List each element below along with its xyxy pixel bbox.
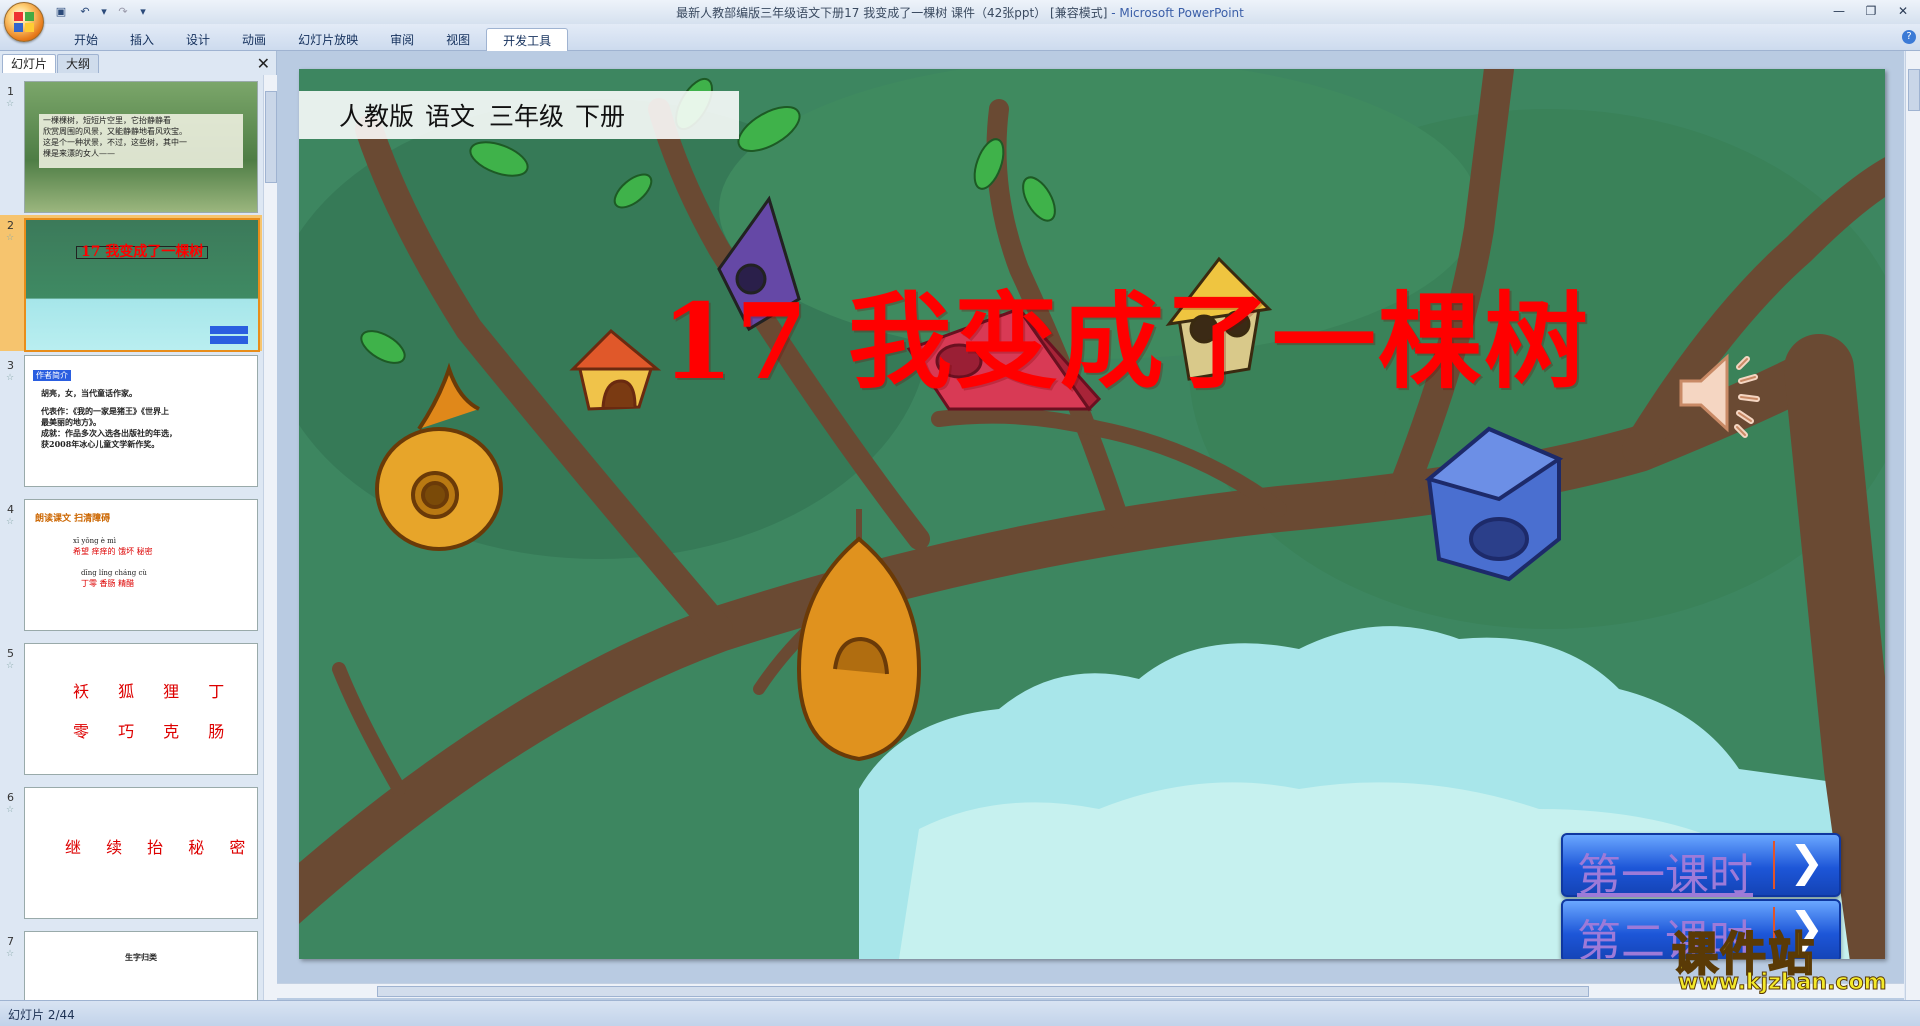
slide-thumbnail[interactable]: 1 ☆ 一棵棵树，短短片空里，它抬静静看 欣赏周围的风景，又能静静地看风欢宝。 … — [0, 81, 262, 217]
watermark-url: www.kjzhan.com — [1678, 970, 1888, 996]
slide-title[interactable]: 17 我变成了一棵树 — [661, 257, 1590, 408]
tag-grade: 三年级 — [489, 102, 565, 131]
thumb-line: 零 巧 克 肠 — [73, 722, 237, 741]
slide-number: 1 — [7, 85, 14, 98]
slide-thumbnail-list: 1 ☆ 一棵棵树，短短片空里，它抬静静看 欣赏周围的风景，又能静静地看风欢宝。 … — [0, 75, 262, 1000]
tab-home[interactable]: 开始 — [58, 28, 114, 52]
window-controls: — ❐ ✕ — [1828, 2, 1914, 20]
slide-editor: 人教版 语文 三年级 下册 17 我变成了一棵树 第一课时 ❯ 第二课时 ❯ — [277, 51, 1904, 1000]
textbook-tag-bar: 人教版 语文 三年级 下册 — [299, 91, 739, 139]
thumbnail-preview: 一棵棵树，短短片空里，它抬静静看 欣赏周围的风景，又能静静地看风欢宝。 这是个一… — [24, 81, 258, 213]
button-divider — [1773, 841, 1775, 889]
slide-canvas[interactable]: 人教版 语文 三年级 下册 17 我变成了一棵树 第一课时 ❯ 第二课时 ❯ — [299, 69, 1885, 959]
slide-thumbnail[interactable]: 6 ☆ 继 续 抬 秘 密 — [0, 787, 262, 923]
thumb-line: 欣赏周围的风景，又能静静地看风欢宝。 — [43, 127, 187, 136]
slide-number: 5 — [7, 647, 14, 660]
close-icon[interactable]: ✕ — [1892, 2, 1914, 20]
slide-number: 7 — [7, 935, 14, 948]
window-title: 最新人教部编版三年级语文下册17 我变成了一棵树 课件（42张ppt） [兼容模… — [0, 4, 1920, 21]
thumb-line: 这是个一种状景，不过，这些树，其中一 — [43, 138, 187, 147]
thumb-line: 继 续 抬 秘 密 — [65, 838, 256, 857]
tab-review[interactable]: 审阅 — [374, 28, 430, 52]
thumb-line: 丁零 香肠 精醋 — [81, 579, 135, 588]
animation-star-icon: ☆ — [6, 949, 15, 959]
thumb-line: 朗读课文 扫清障碍 — [35, 514, 111, 524]
tab-animations[interactable]: 动画 — [226, 28, 282, 52]
animation-star-icon: ☆ — [6, 661, 15, 671]
vertical-scroll-thumb[interactable] — [1908, 69, 1920, 111]
vertical-scrollbar[interactable] — [1905, 51, 1920, 1000]
thumb-button — [210, 336, 248, 344]
tab-view[interactable]: 视图 — [430, 28, 486, 52]
status-bar: 幻灯片 2/44 — [0, 1000, 1920, 1026]
tag-edition: 人教版 — [339, 102, 415, 131]
restore-icon[interactable]: ❐ — [1860, 2, 1882, 20]
animation-star-icon: ☆ — [6, 373, 15, 383]
office-button[interactable] — [4, 2, 44, 42]
slide-thumbnail[interactable]: 4 ☆ 朗读课文 扫清障碍 xī yǒng è mì 希望 痒痒的 饿坏 秘密 … — [0, 499, 262, 635]
thumb-line: 获2008年冰心儿童文学新作奖。 — [41, 439, 160, 449]
slide-number: 2 — [7, 219, 14, 232]
panel-scrollbar[interactable] — [263, 75, 277, 1000]
minimize-icon[interactable]: — — [1828, 2, 1850, 20]
chevron-right-icon: ❯ — [1789, 837, 1825, 886]
slide-thumbnail[interactable]: 7 ☆ 生字归类 — [0, 931, 262, 1000]
thumbnail-preview: 朗读课文 扫清障碍 xī yǒng è mì 希望 痒痒的 饿坏 秘密 dīng… — [24, 499, 258, 631]
horizontal-scrollbar[interactable] — [277, 983, 1904, 998]
thumbnail-preview: 继 续 抬 秘 密 — [24, 787, 258, 919]
thumb-line: 袄 狐 狸 丁 — [73, 682, 237, 701]
ribbon: 开始 插入 设计 动画 幻灯片放映 审阅 视图 开发工具 ? — [0, 24, 1920, 52]
tag-volume: 下册 — [575, 102, 626, 131]
slide-thumbnail[interactable]: 5 ☆ 袄 狐 狸 丁 零 巧 克 肠 — [0, 643, 262, 779]
tab-slideshow[interactable]: 幻灯片放映 — [282, 28, 374, 52]
animation-star-icon: ☆ — [6, 233, 15, 243]
thumbnail-preview: 作者简介 胡亮，女，当代童话作家。 代表作：《我的一家是猪王》《世界上 最美丽的… — [24, 355, 258, 487]
thumb-line: 希望 痒痒的 饿坏 秘密 — [73, 547, 153, 556]
slide-thumbnail-selected[interactable]: 2 ☆ 17 我变成了一棵树 — [0, 215, 262, 352]
thumb-line: 代表作：《我的一家是猪王》《世界上 — [41, 406, 169, 416]
tab-insert[interactable]: 插入 — [114, 28, 170, 52]
tree-illustration — [299, 69, 1885, 959]
slides-panel: 幻灯片 大纲 ✕ 1 ☆ 一棵棵树，短短片空里，它抬静静看 欣赏周围的风景，又能… — [0, 51, 277, 1000]
animation-star-icon: ☆ — [6, 99, 15, 109]
title-bar: ▣ ↶ ▾ ↷ ▾ 最新人教部编版三年级语文下册17 我变成了一棵树 课件（42… — [0, 0, 1920, 42]
horizontal-scroll-thumb[interactable] — [377, 986, 1589, 997]
thumbnail-preview: 生字归类 — [24, 931, 258, 1000]
thumb-line: 成就：作品多次入选各出版社的年选， — [41, 428, 177, 438]
panel-tabs: 幻灯片 大纲 — [2, 54, 100, 73]
slide-number: 6 — [7, 791, 14, 804]
slide-thumbnail[interactable]: 3 ☆ 作者简介 胡亮，女，当代童话作家。 代表作：《我的一家是猪王》《世界上 … — [0, 355, 262, 491]
lesson-one-button[interactable]: 第一课时 ❯ — [1561, 833, 1841, 901]
ribbon-tabs: 开始 插入 设计 动画 幻灯片放映 审阅 视图 开发工具 — [58, 28, 569, 52]
tab-design[interactable]: 设计 — [170, 28, 226, 52]
site-watermark: 课件站 www.kjzhan.com — [1668, 918, 1908, 998]
slide-counter: 幻灯片 2/44 — [8, 1008, 75, 1022]
help-icon[interactable]: ? — [1902, 30, 1916, 44]
animation-star-icon: ☆ — [6, 517, 15, 527]
document-title: 最新人教部编版三年级语文下册17 我变成了一棵树 课件（42张ppt） [兼容模… — [676, 6, 1108, 20]
thumb-line: 作者简介 — [33, 370, 71, 381]
animation-star-icon: ☆ — [6, 805, 15, 815]
thumbnail-preview: 17 我变成了一棵树 — [24, 218, 260, 352]
slide-number: 4 — [7, 503, 14, 516]
thumb-button — [210, 326, 248, 334]
tag-subject: 语文 — [425, 102, 476, 131]
app-name: - Microsoft PowerPoint — [1107, 6, 1244, 20]
tab-slides[interactable]: 幻灯片 — [2, 54, 57, 73]
lesson-one-label: 第一课时 — [1577, 850, 1753, 901]
close-panel-icon[interactable]: ✕ — [257, 54, 270, 73]
thumb-title: 17 我变成了一棵树 — [76, 245, 209, 259]
thumb-line: 最美丽的地方》。 — [41, 417, 101, 427]
thumb-line: 一棵棵树，短短片空里，它抬静静看 — [43, 116, 171, 125]
thumb-line: 胡亮，女，当代童话作家。 — [41, 388, 137, 398]
panel-scroll-thumb[interactable] — [265, 91, 277, 183]
speaker-icon[interactable] — [1675, 345, 1771, 441]
tab-outline[interactable]: 大纲 — [57, 54, 100, 73]
thumb-line: 棵是来漂的女人—— — [43, 149, 115, 158]
tab-developer[interactable]: 开发工具 — [486, 28, 569, 52]
thumb-line: 生字归类 — [125, 952, 157, 962]
office-logo-icon — [14, 12, 34, 32]
slide-number: 3 — [7, 359, 14, 372]
thumbnail-preview: 袄 狐 狸 丁 零 巧 克 肠 — [24, 643, 258, 775]
